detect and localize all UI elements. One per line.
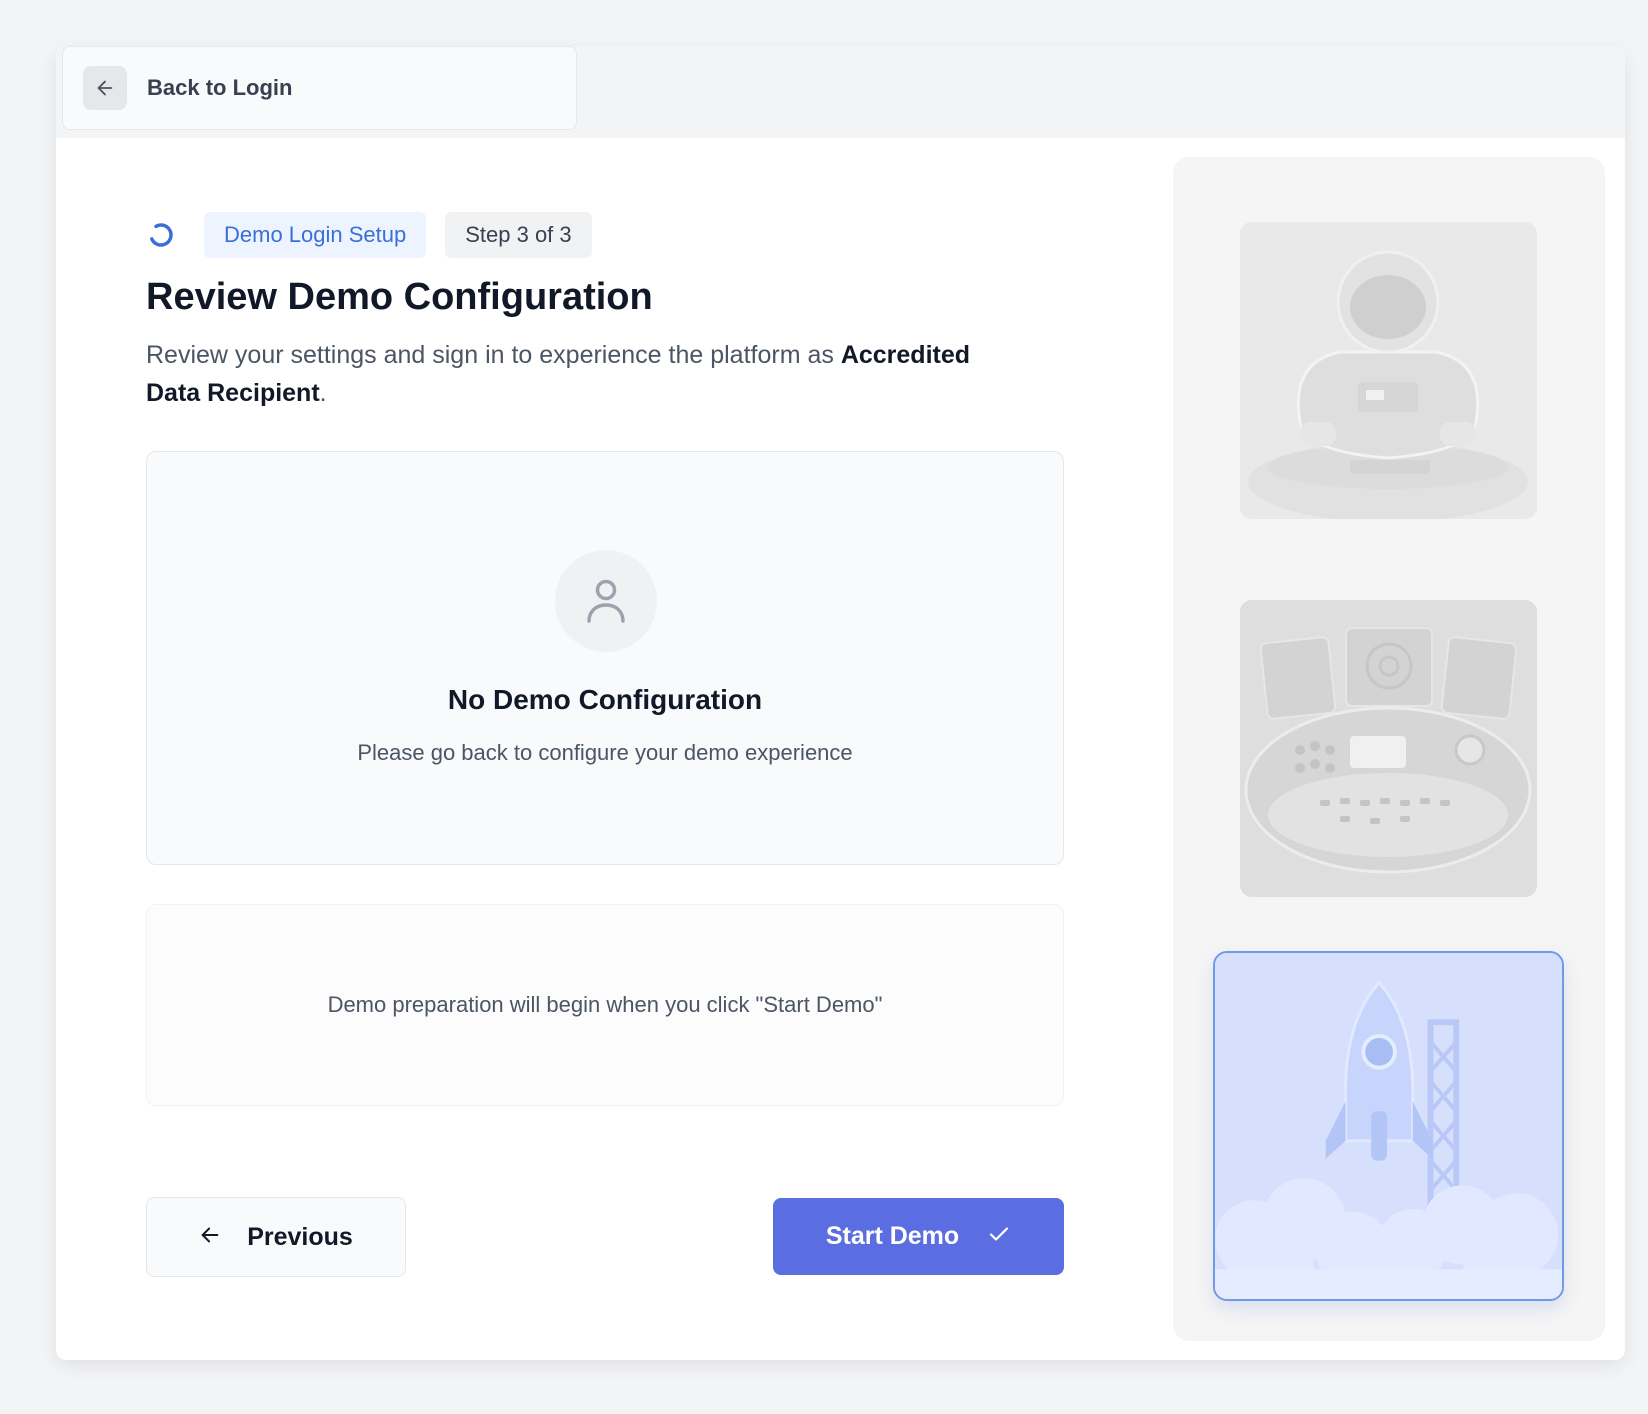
start-demo-button[interactable]: Start Demo — [773, 1198, 1064, 1275]
page-description: Review your settings and sign in to expe… — [146, 336, 1026, 412]
step-header: Demo Login Setup Step 3 of 3 — [146, 212, 592, 258]
user-icon — [555, 550, 657, 652]
page-title: Review Demo Configuration — [146, 276, 653, 318]
control-panel-image — [1240, 600, 1537, 897]
description-suffix: . — [319, 379, 327, 407]
astronaut-illustration[interactable] — [1240, 222, 1537, 519]
description-prefix: Review your settings and sign in to expe… — [146, 341, 841, 369]
check-icon — [987, 1222, 1011, 1251]
demo-preparation-panel: Demo preparation will begin when you cli… — [146, 904, 1064, 1106]
empty-configuration-panel: No Demo Configuration Please go back to … — [146, 451, 1064, 865]
step-indicator: Step 3 of 3 — [445, 212, 592, 258]
previous-button[interactable]: Previous — [146, 1197, 406, 1277]
astronaut-image — [1240, 222, 1537, 519]
empty-state-subtitle: Please go back to configure your demo ex… — [357, 740, 853, 765]
demo-login-setup-badge: Demo Login Setup — [204, 212, 427, 258]
top-bar: Back to Login — [56, 46, 1625, 138]
loading-spinner-icon — [146, 220, 176, 250]
arrow-left-icon — [83, 66, 127, 110]
setup-card: Back to Login Demo Login Setup Step 3 of… — [56, 46, 1625, 1360]
previous-button-label: Previous — [247, 1222, 353, 1251]
back-to-login-button[interactable]: Back to Login — [62, 46, 577, 130]
illustration-sidebar — [1173, 157, 1605, 1341]
arrow-left-icon — [199, 1224, 221, 1251]
rocket-launch-illustration[interactable] — [1213, 951, 1564, 1301]
demo-preparation-text: Demo preparation will begin when you cli… — [327, 992, 883, 1017]
rocket-launch-image — [1215, 953, 1562, 1299]
control-panel-illustration[interactable] — [1240, 600, 1537, 897]
empty-state-title: No Demo Configuration — [447, 684, 763, 715]
start-demo-button-label: Start Demo — [825, 1222, 960, 1250]
back-to-login-label: Back to Login — [147, 75, 293, 100]
